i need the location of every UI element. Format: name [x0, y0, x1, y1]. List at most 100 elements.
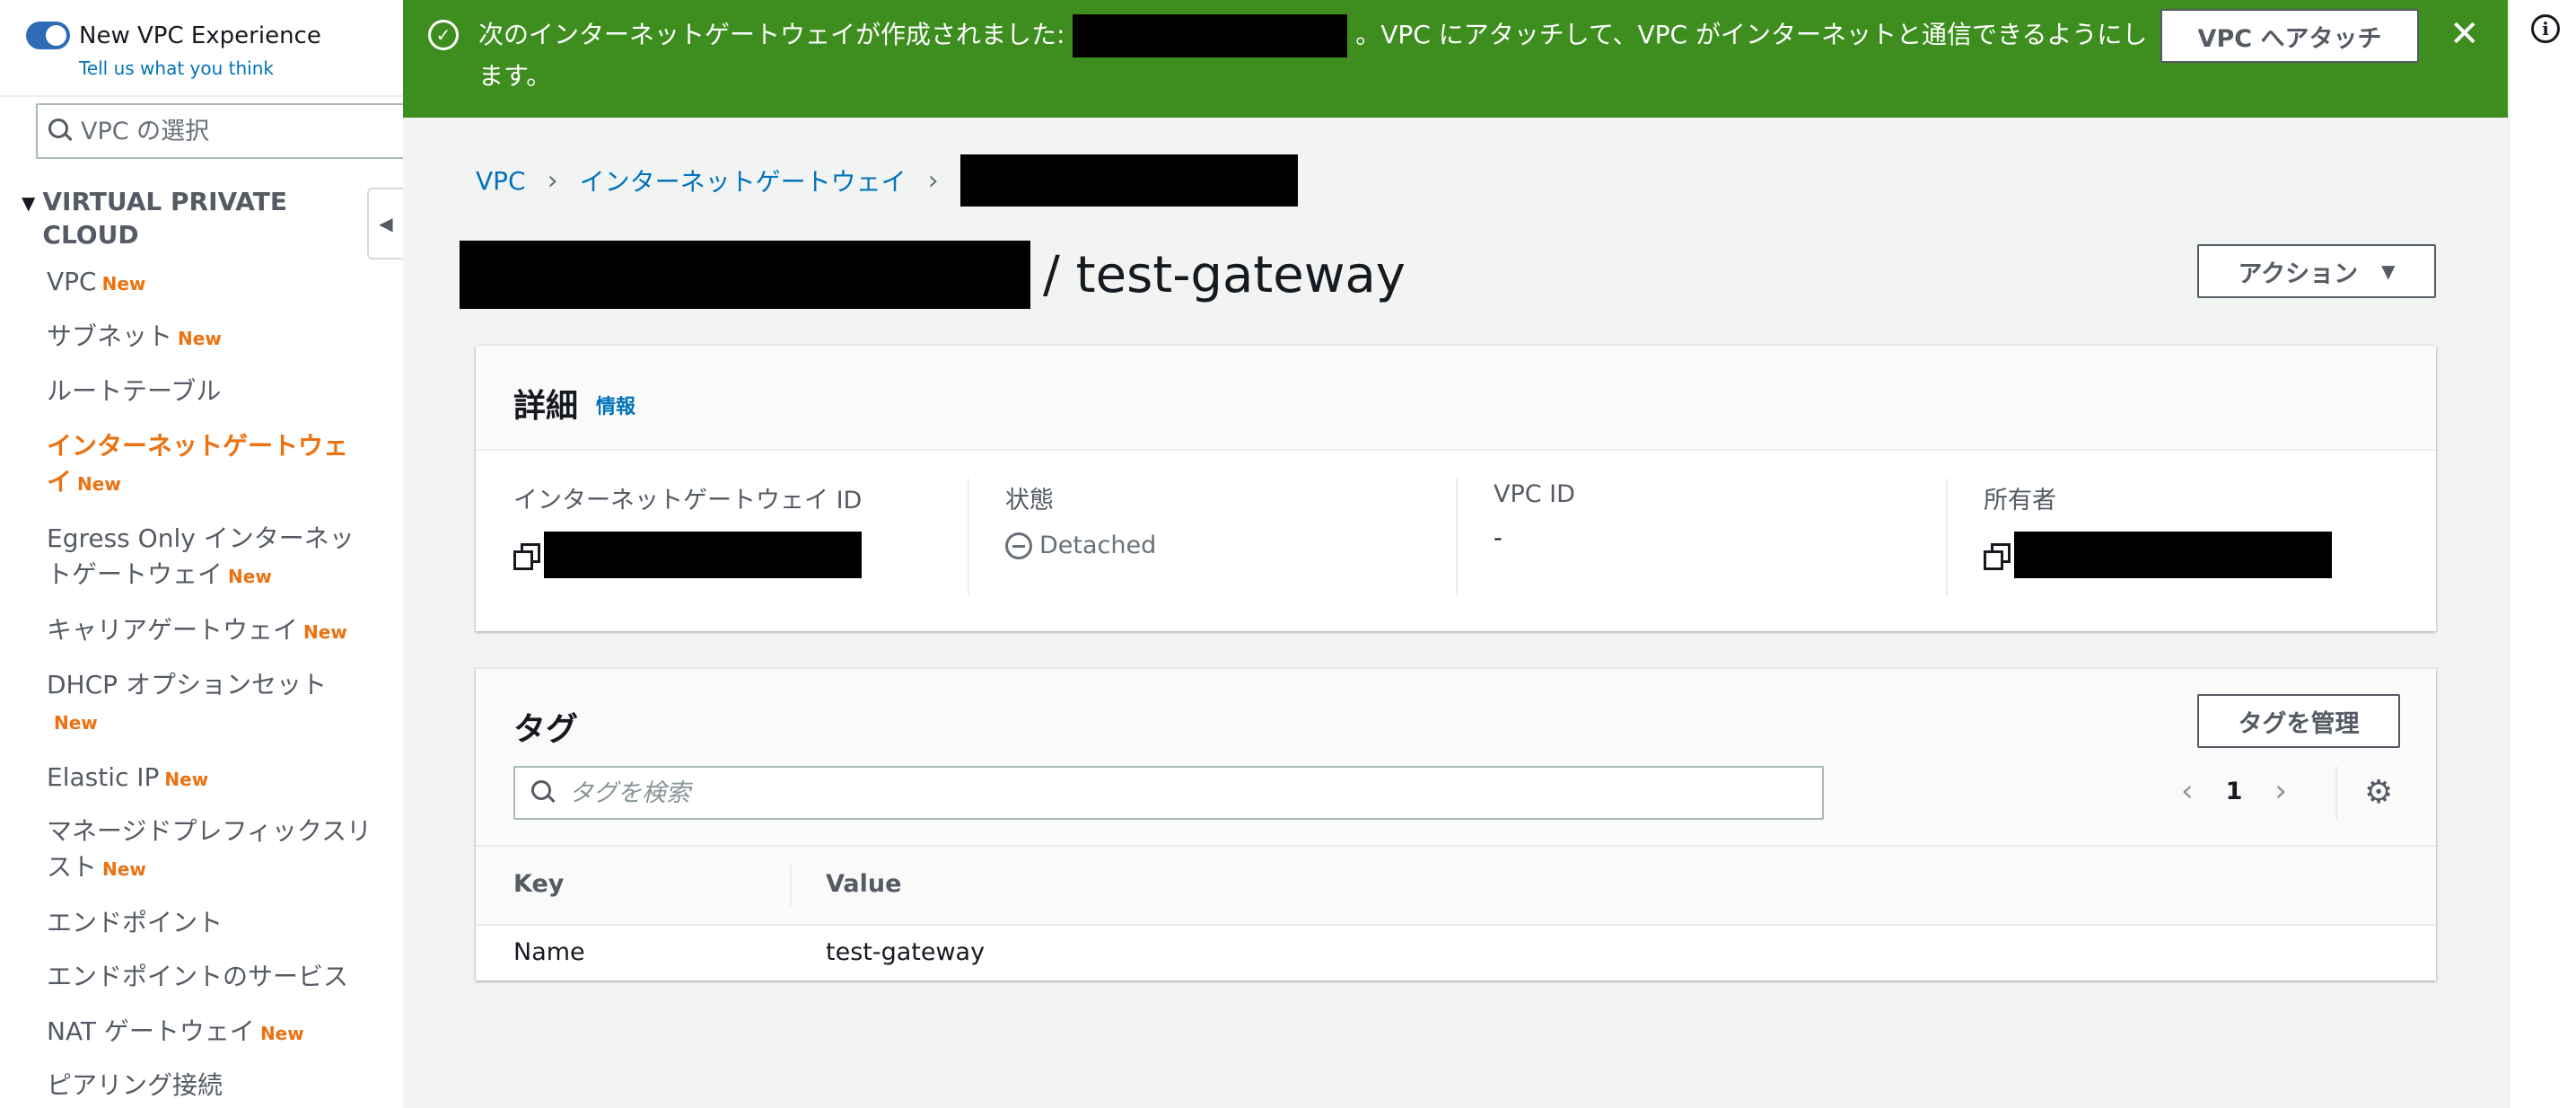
column-header-key[interactable]: Key — [513, 870, 564, 898]
field-value: Detached — [1005, 532, 1156, 559]
sidebar-item-label: Egress Only インターネットゲートウェイ — [47, 523, 355, 589]
sidebar-item-elastic-ip[interactable]: Elastic IP New — [47, 760, 379, 797]
state-value: Detached — [1039, 532, 1157, 559]
sidebar-item-egress-only-igw[interactable]: Egress Only インターネットゲートウェイ New — [47, 521, 374, 594]
sidebar-item-internet-gateways[interactable]: インターネットゲートウェイ New — [47, 428, 361, 502]
sidebar-item-label: NAT ゲートウェイ — [47, 1016, 255, 1046]
new-badge: New — [77, 473, 121, 495]
sidebar-item-endpoints[interactable]: エンドポイント — [47, 905, 379, 941]
sidebar-item-peering-connections[interactable]: ピアリング接続 — [47, 1068, 379, 1104]
attach-to-vpc-button[interactable]: VPC へアタッチ — [2160, 9, 2419, 63]
sidebar: New VPC Experience Tell us what you thin… — [0, 0, 403, 1108]
details-panel: 詳細 情報 インターネットゲートウェイ ID 状態 Detached VPC I… — [476, 346, 2436, 631]
field-vpc-id: VPC ID - — [1494, 480, 1575, 597]
tag-search-input[interactable] — [569, 778, 1808, 807]
field-igw-id: インターネットゲートウェイ ID — [513, 480, 862, 597]
sidebar-item-label: Elastic IP — [47, 762, 160, 792]
field-label: インターネットゲートウェイ ID — [513, 487, 863, 514]
field-label: 状態 — [1005, 487, 1054, 514]
sidebar-item-label: エンドポイント — [47, 908, 223, 937]
sidebar-item-carrier-gateways[interactable]: キャリアゲートウェイ New — [47, 612, 379, 650]
info-link[interactable]: 情報 — [596, 391, 635, 419]
sidebar-item-nat-gateways[interactable]: NAT ゲートウェイ New — [47, 1014, 379, 1051]
sidebar-item-route-tables[interactable]: ルートテーブル — [47, 374, 379, 409]
sidebar-item-subnets[interactable]: サブネット New — [47, 319, 379, 356]
breadcrumb: VPC › インターネットゲートウェイ › — [476, 154, 1298, 207]
tags-panel: タグ タグを管理 ‹ 1 › ⚙ Key Value Name test-gat… — [476, 669, 2436, 980]
actions-label: アクション — [2238, 259, 2359, 288]
sidebar-item-label: サブネット — [47, 321, 173, 351]
flash-message: 次のインターネットゲートウェイが作成されました: 。VPC にアタッチして、VP… — [478, 14, 2148, 95]
info-icon[interactable]: i — [2531, 14, 2560, 43]
field-value — [513, 532, 862, 578]
manage-tags-button[interactable]: タグを管理 — [2197, 694, 2400, 748]
sidebar-item-endpoint-services[interactable]: エンドポイントのサービス — [47, 959, 379, 995]
copy-icon[interactable] — [1984, 543, 2011, 570]
tags-table-header: Key Value — [476, 847, 2436, 926]
new-badge: New — [164, 769, 209, 790]
tag-search-field[interactable] — [513, 766, 1824, 820]
pagination: ‹ 1 › — [2181, 773, 2287, 809]
page-title: / test-gateway — [1043, 245, 1406, 304]
redacted-igw-id — [544, 532, 862, 578]
caret-left-icon: ◀ — [379, 213, 393, 234]
flash-message-prefix: 次のインターネットゲートウェイが作成されました: — [478, 20, 1065, 49]
redacted-title-id — [460, 241, 1030, 309]
field-value: - — [1494, 524, 1503, 552]
close-icon[interactable]: ✕ — [2449, 14, 2480, 54]
gear-icon[interactable]: ⚙ — [2364, 775, 2393, 811]
sidebar-item-label: DHCP オプションセット — [47, 670, 327, 699]
section-virtual-private-cloud[interactable]: ▼ VIRTUAL PRIVATE CLOUD — [22, 185, 311, 251]
help-panel-rail: i — [2508, 0, 2576, 1108]
field-label: 所有者 — [1984, 487, 2056, 514]
chevron-left-icon[interactable]: ‹ — [2181, 773, 2194, 809]
vpc-filter-input-wrap[interactable] — [36, 103, 403, 159]
page-title-row: / test-gateway — [460, 241, 1406, 309]
chevron-right-icon[interactable]: › — [2274, 773, 2287, 809]
check-circle-icon: ✓ — [428, 20, 459, 50]
search-icon — [48, 119, 74, 144]
actions-dropdown-button[interactable]: アクション ▼ — [2197, 244, 2436, 298]
sidebar-item-dhcp-option-sets[interactable]: DHCP オプションセット New — [47, 667, 361, 741]
new-badge: New — [102, 858, 146, 880]
sidebar-divider — [0, 95, 403, 97]
tags-panel-header: タグ タグを管理 ‹ 1 › ⚙ — [476, 669, 2436, 847]
sidebar-item-label: ルートテーブル — [47, 376, 222, 406]
page-number[interactable]: 1 — [2226, 778, 2243, 805]
new-badge: New — [228, 566, 272, 587]
field-label: VPC ID — [1494, 480, 1575, 508]
tag-key-cell: Name — [513, 938, 585, 966]
field-state: 状態 Detached — [1005, 480, 1156, 597]
field-owner: 所有者 — [1984, 480, 2332, 597]
redacted-breadcrumb-id — [959, 154, 1298, 207]
collapse-sidebar-button[interactable]: ◀ — [367, 188, 403, 259]
sidebar-item-managed-prefix-lists[interactable]: マネージドプレフィックスリスト New — [47, 813, 374, 887]
sidebar-item-label: マネージドプレフィックスリスト — [47, 816, 372, 882]
sidebar-item-vpc[interactable]: VPC New — [47, 264, 379, 302]
details-heading: 詳細 — [513, 388, 579, 425]
sidebar-item-label: ピアリング接続 — [47, 1070, 223, 1100]
vpc-filter-input[interactable] — [81, 117, 368, 145]
column-header-value[interactable]: Value — [826, 870, 901, 898]
column-divider[interactable] — [790, 865, 792, 906]
new-badge: New — [178, 328, 222, 349]
sidebar-item-label: キャリアゲートウェイ — [47, 615, 299, 645]
new-experience-toggle-row[interactable]: New VPC Experience — [26, 22, 321, 49]
pager-divider — [2335, 766, 2337, 820]
sidebar-item-label: エンドポイントのサービス — [47, 962, 349, 991]
feedback-link[interactable]: Tell us what you think — [79, 57, 274, 79]
table-row: Name test-gateway — [476, 928, 2436, 980]
column-divider — [968, 479, 969, 595]
chevron-right-icon: › — [547, 164, 558, 197]
flash-success-banner: ✓ 次のインターネットゲートウェイが作成されました: 。VPC にアタッチして、… — [403, 0, 2508, 118]
breadcrumb-internet-gateways[interactable]: インターネットゲートウェイ — [580, 163, 907, 198]
new-badge: New — [54, 712, 98, 734]
tags-heading: タグ — [513, 711, 579, 748]
new-badge: New — [101, 273, 146, 295]
new-experience-toggle[interactable] — [26, 22, 70, 49]
details-panel-header: 詳細 情報 — [476, 346, 2436, 451]
redacted-owner-id — [2014, 532, 2332, 578]
copy-icon[interactable] — [513, 543, 540, 570]
column-divider — [1946, 479, 1948, 595]
breadcrumb-vpc[interactable]: VPC — [476, 166, 526, 196]
